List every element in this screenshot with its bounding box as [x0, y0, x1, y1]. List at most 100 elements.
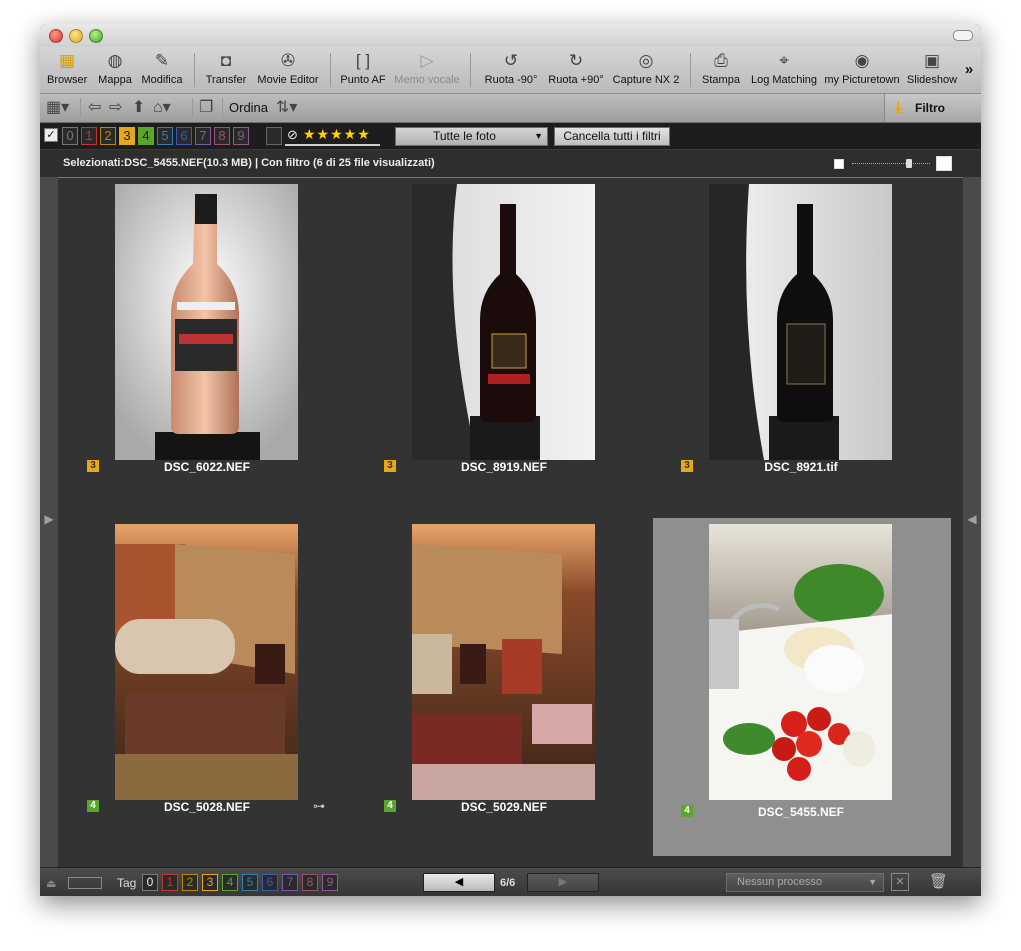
- thumbnail-size-slider[interactable]: [834, 156, 952, 171]
- log-matching-button[interactable]: ⌖ Log Matching: [746, 51, 822, 91]
- toolbar-toggle-button[interactable]: [953, 30, 973, 41]
- movie-editor-button[interactable]: ✇ Movie Editor: [255, 51, 321, 91]
- modifica-button[interactable]: ✎ Modifica: [139, 51, 185, 91]
- previous-page-button[interactable]: ◀: [423, 873, 495, 892]
- label-filter-8[interactable]: 8: [214, 127, 230, 145]
- slider-track: [852, 163, 930, 165]
- label-filter-2[interactable]: 2: [100, 127, 116, 145]
- minimize-window-button[interactable]: [69, 29, 83, 43]
- tag-button-2[interactable]: 2: [182, 874, 198, 891]
- tag-button-1[interactable]: 1: [162, 874, 178, 891]
- eject-icon[interactable]: ⏏: [46, 877, 56, 890]
- back-arrow-icon[interactable]: ⇦: [88, 99, 101, 117]
- tag-button-6[interactable]: 6: [262, 874, 278, 891]
- thumbnail-cell-selected[interactable]: 4 DSC_5455.NEF: [653, 518, 951, 856]
- new-window-icon[interactable]: ❐: [199, 99, 213, 117]
- thumbnail-cell[interactable]: 3 DSC_8919.NEF: [356, 178, 654, 518]
- thumbnail-grid: 3 DSC_6022.NEF 3 DSC_8919.NEF 3 DSC_8921…: [58, 177, 963, 868]
- label-filter-6[interactable]: 6: [176, 127, 192, 145]
- next-page-button[interactable]: ▶: [527, 873, 599, 892]
- photo-thumbnail-mozzarella: [709, 524, 892, 800]
- hierarchy-icon[interactable]: ⊶: [313, 799, 325, 813]
- label-filter-5[interactable]: 5: [157, 127, 173, 145]
- rotate-right-icon: ↻: [568, 51, 584, 70]
- filter-toggle-button[interactable]: ⤓ Filtro: [884, 94, 981, 122]
- rotate-left-icon: ↺: [503, 51, 519, 70]
- punto-af-button[interactable]: [ ] Punto AF: [339, 51, 387, 91]
- color-label-badge: 3: [384, 460, 396, 472]
- color-label-badge: 4: [87, 800, 99, 812]
- up-folder-icon[interactable]: ⬆: [132, 99, 145, 117]
- capture-nx-button[interactable]: ◎ Capture NX 2: [612, 51, 680, 91]
- label-filter-0[interactable]: 0: [62, 127, 78, 145]
- mappa-button[interactable]: ◍ Mappa: [95, 51, 135, 91]
- label-filter-1[interactable]: 1: [81, 127, 97, 145]
- photo-thumbnail-rose-wine: [115, 184, 298, 460]
- label-filter-9[interactable]: 9: [233, 127, 249, 145]
- capture-nx-icon: ◎: [638, 51, 654, 70]
- photo-thumbnail-gift-box-meats: [412, 524, 595, 800]
- slideshow-icon: ▣: [923, 51, 941, 70]
- color-label-badge: 3: [681, 460, 693, 472]
- large-thumb-icon: [936, 156, 952, 171]
- rating-stars: ★★★★★: [303, 126, 371, 142]
- film-reel-icon: ✇: [280, 51, 296, 70]
- tag-button-3[interactable]: 3: [202, 874, 218, 891]
- tag-button-4[interactable]: 4: [222, 874, 238, 891]
- color-label-badge: 4: [681, 805, 693, 817]
- my-picturetown-button[interactable]: ◉ my Picturetown: [823, 51, 901, 91]
- memo-vocale-button[interactable]: ▷ Memo vocale: [393, 51, 461, 91]
- small-thumb-icon: [834, 159, 844, 169]
- toolbar-separator: [194, 53, 195, 87]
- tag-label: Tag: [117, 876, 137, 890]
- unlabeled-filter[interactable]: [266, 127, 282, 145]
- photo-filename: DSC_8921.tif: [764, 460, 838, 474]
- browser-button[interactable]: ▦ Browser: [47, 51, 87, 91]
- sort-order-icon[interactable]: ⇅▾: [276, 99, 297, 117]
- filter-enable-checkbox[interactable]: ✓: [44, 128, 58, 142]
- tag-button-8[interactable]: 8: [302, 874, 318, 891]
- left-panel-toggle[interactable]: ▶: [40, 177, 58, 867]
- tag-button-0[interactable]: 0: [142, 874, 158, 891]
- chevron-down-icon: ▼: [534, 131, 543, 141]
- filmstrip-toggle[interactable]: [68, 877, 102, 889]
- slideshow-button[interactable]: ▣ Slideshow: [906, 51, 958, 91]
- toolbar-separator: [192, 98, 193, 118]
- voice-memo-icon: ▷: [420, 51, 434, 70]
- expand-left-icon: ▶: [44, 512, 54, 526]
- camera-icon: ◘: [220, 51, 232, 70]
- clear-filters-button[interactable]: Cancella tutti i filtri: [554, 127, 670, 146]
- photo-thumbnail-red-wine: [412, 184, 595, 460]
- close-window-button[interactable]: [49, 29, 63, 43]
- printer-icon: ⎙: [714, 51, 728, 70]
- right-panel-toggle[interactable]: ◀: [963, 177, 981, 867]
- tag-button-7[interactable]: 7: [282, 874, 298, 891]
- cancel-process-button[interactable]: ✕: [891, 873, 909, 891]
- tag-button-5[interactable]: 5: [242, 874, 258, 891]
- rotate-left-button[interactable]: ↺ Ruota -90°: [482, 51, 540, 91]
- trash-icon[interactable]: 🗑: [929, 872, 948, 890]
- rating-filter[interactable]: ⊘ ★★★★★: [285, 126, 380, 146]
- tag-button-9[interactable]: 9: [322, 874, 338, 891]
- label-filter-3[interactable]: 3: [119, 127, 135, 145]
- transfer-button[interactable]: ◘ Transfer: [204, 51, 248, 91]
- label-filter-7[interactable]: 7: [195, 127, 211, 145]
- thumbnail-cell[interactable]: 3 DSC_8921.tif: [653, 178, 951, 518]
- no-rating-icon: ⊘: [287, 127, 298, 142]
- thumbnail-cell[interactable]: 4 DSC_5029.NEF: [356, 518, 654, 858]
- process-select[interactable]: Nessun processo ▼: [726, 873, 884, 892]
- folder-history-icon[interactable]: ⌂▾: [153, 99, 171, 117]
- zoom-window-button[interactable]: [89, 29, 103, 43]
- thumbnail-grid-icon[interactable]: ▦▾: [46, 99, 69, 117]
- thumbnail-cell[interactable]: 3 DSC_6022.NEF: [59, 178, 357, 518]
- browser-icon: ▦: [58, 51, 76, 70]
- stampa-button[interactable]: ⎙ Stampa: [700, 51, 742, 91]
- forward-arrow-icon[interactable]: ⇨: [109, 99, 122, 117]
- photo-type-select[interactable]: Tutte le foto ▼: [395, 127, 548, 146]
- sort-label: Ordina: [229, 100, 269, 115]
- thumbnail-cell[interactable]: 4 DSC_5028.NEF ⊶: [59, 518, 357, 858]
- photo-filename: DSC_6022.NEF: [163, 460, 251, 474]
- slider-thumb[interactable]: [906, 159, 912, 168]
- label-filter-4[interactable]: 4: [138, 127, 154, 145]
- rotate-right-button[interactable]: ↻ Ruota +90°: [545, 51, 607, 91]
